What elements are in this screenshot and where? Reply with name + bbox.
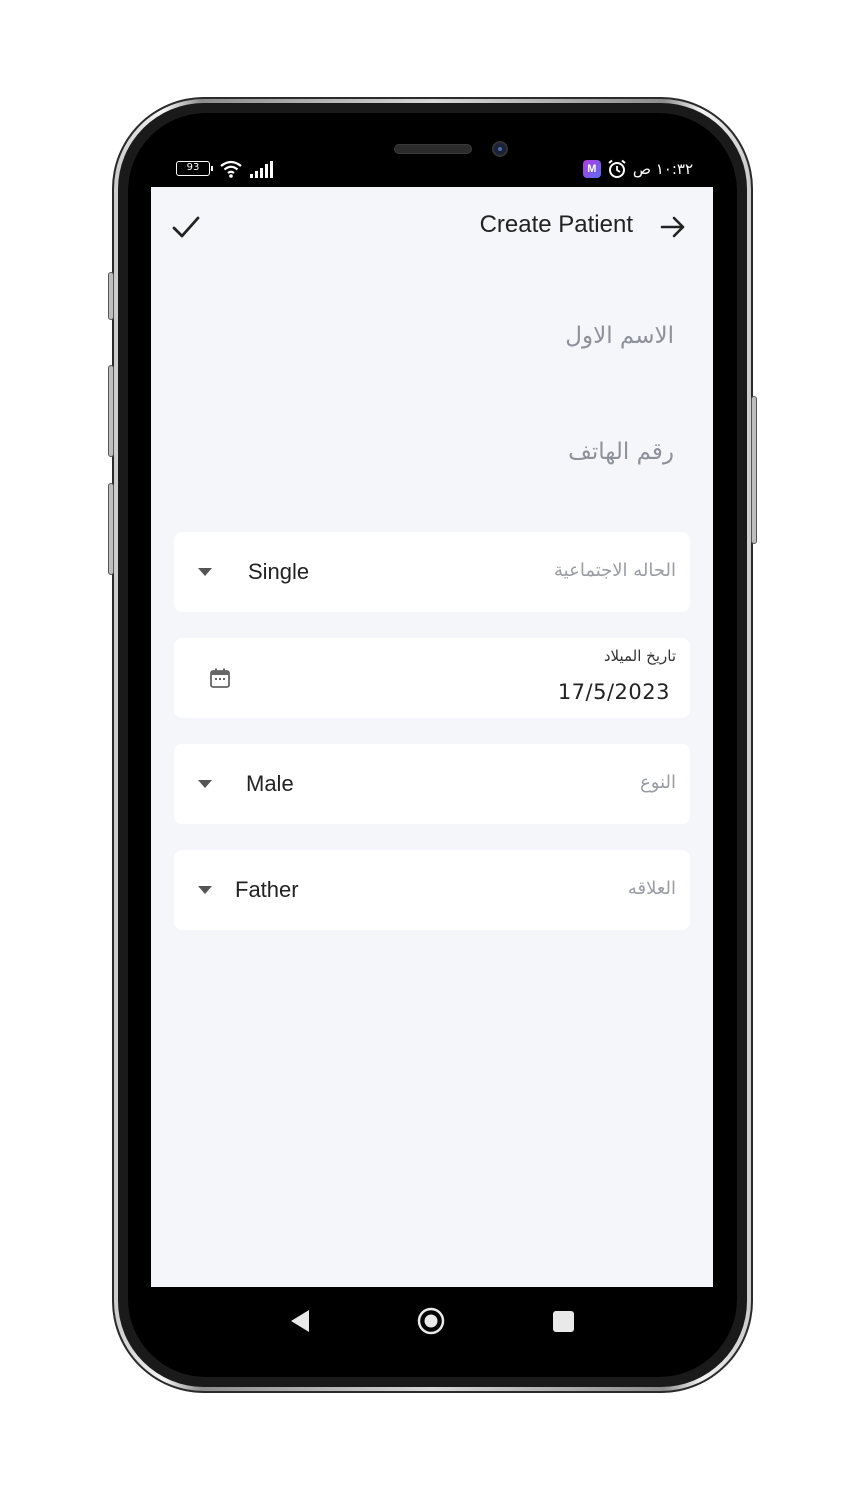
gender-dropdown[interactable]: Male النوع (174, 744, 690, 824)
nav-recents-icon[interactable] (553, 1311, 574, 1332)
signal-icon (250, 161, 273, 178)
gender-label: النوع (640, 772, 676, 793)
relation-value: Father (235, 877, 299, 902)
status-bar: 93 M ١٠:٣٢ ص (151, 154, 713, 184)
dropdown-caret-icon (198, 780, 212, 788)
side-button-left-2 (108, 365, 114, 457)
page-title: Create Patient (479, 211, 633, 238)
system-nav-bar (151, 1288, 713, 1354)
app-screen: Create Patient الاسم الاول رقم الهاتف Si… (151, 187, 713, 1287)
marital-status-dropdown[interactable]: Single الحاله الاجتماعية (174, 532, 690, 612)
dropdown-caret-icon (198, 886, 212, 894)
marital-status-value: Single (248, 559, 310, 584)
relation-label: العلاقه (627, 878, 676, 899)
check-icon[interactable] (171, 213, 201, 241)
battery-indicator: 93 (176, 161, 213, 176)
side-button-right-power (751, 396, 757, 544)
first-name-placeholder: الاسم الاول (565, 323, 674, 349)
phone-placeholder: رقم الهاتف (568, 439, 674, 465)
alarm-icon (608, 159, 626, 178)
marital-status-label: الحاله الاجتماعية (554, 560, 676, 581)
status-clock: ١٠:٣٢ ص (632, 160, 693, 178)
app-bar: Create Patient (151, 187, 713, 267)
birth-date-label: تاريخ الميلاد (603, 647, 676, 665)
first-name-field[interactable]: الاسم الاول (175, 295, 690, 390)
app-notification-icon: M (582, 160, 601, 178)
birth-date-field[interactable]: تاريخ الميلاد 17/5/2023 (174, 638, 690, 718)
side-button-left-3 (108, 483, 114, 575)
dropdown-caret-icon (198, 568, 212, 576)
calendar-icon[interactable] (209, 667, 231, 689)
status-right-group: M ١٠:٣٢ ص (582, 158, 693, 180)
relation-dropdown[interactable]: Father العلاقه (174, 850, 690, 930)
arrow-right-icon[interactable] (659, 213, 687, 241)
birth-date-value: 17/5/2023 (557, 680, 670, 704)
gender-value: Male (246, 771, 294, 796)
earpiece-speaker (394, 144, 472, 154)
nav-home-icon[interactable] (417, 1307, 445, 1335)
nav-back-icon[interactable] (289, 1308, 311, 1334)
wifi-icon (220, 160, 242, 178)
phone-field[interactable]: رقم الهاتف (175, 411, 690, 506)
side-button-left-1 (108, 272, 114, 320)
